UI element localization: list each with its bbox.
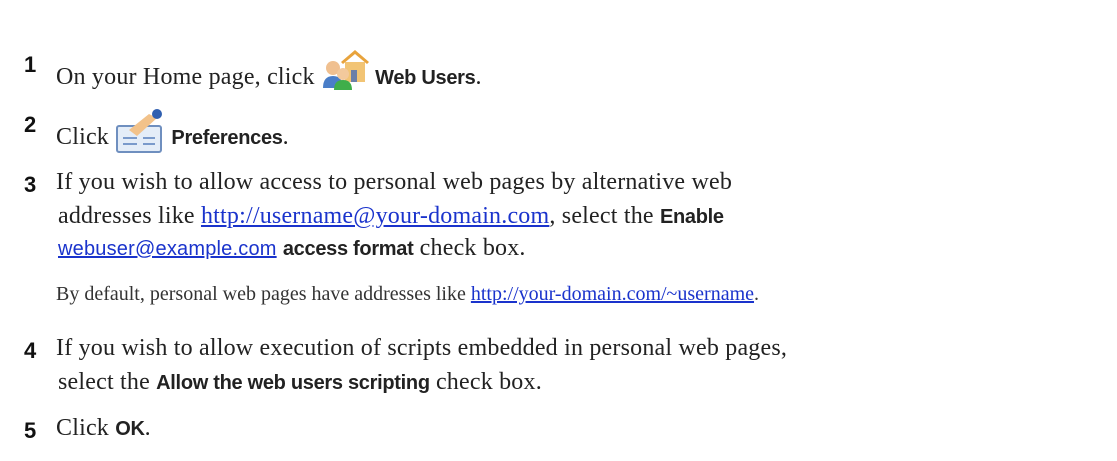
step-number: 5 (24, 418, 37, 443)
punctuation: . (754, 283, 760, 305)
enable-label: Enable (659, 206, 724, 228)
text: select the (58, 369, 150, 395)
text: check box. (435, 369, 542, 395)
allow-scripting-label: Allow the web users scripting (156, 372, 430, 394)
step-text-line-1: If you wish to allow execution of script… (56, 335, 788, 361)
step-instruction: On your Home page, click (56, 64, 315, 90)
username-domain-link[interactable]: http://username@your-domain.com (201, 203, 549, 229)
note: By default, personal web pages have addr… (56, 283, 759, 306)
step-number: 4 (24, 338, 37, 363)
text: check box. (419, 235, 526, 261)
web-users-icon (321, 48, 369, 99)
access-format-label: access format (282, 238, 414, 260)
punctuation: . (144, 415, 151, 441)
text: addresses like (58, 203, 195, 229)
step-text: On your Home page, click Web Users. (56, 48, 482, 99)
step-text-line-2: addresses like http://username@your-doma… (58, 200, 724, 233)
step-text-line-3: webuser@example.com access format check … (58, 232, 526, 265)
step-number: 1 (24, 52, 37, 77)
ok-label: OK (115, 418, 145, 440)
preferences-label: Preferences (171, 127, 283, 149)
default-address-link[interactable]: http://your-domain.com/~username (471, 283, 754, 305)
note-text: By default, personal web pages have addr… (56, 283, 466, 305)
step-number: 2 (24, 112, 37, 137)
step-instruction: Click (56, 124, 109, 150)
step-number: 3 (24, 172, 37, 197)
step-text: Click OK. (56, 412, 151, 445)
text: , select the (549, 203, 654, 229)
punctuation: . (282, 124, 289, 150)
webuser-email-link[interactable]: webuser@example.com (58, 238, 277, 260)
step-text-line-2: select the Allow the web users scripting… (58, 366, 542, 399)
preferences-icon (115, 108, 165, 159)
step-instruction: Click (56, 415, 109, 441)
punctuation: . (475, 64, 482, 90)
web-users-label: Web Users (375, 67, 476, 89)
step-text-line-1: If you wish to allow access to personal … (56, 169, 733, 195)
step-text: Click Preferences. (56, 108, 289, 159)
